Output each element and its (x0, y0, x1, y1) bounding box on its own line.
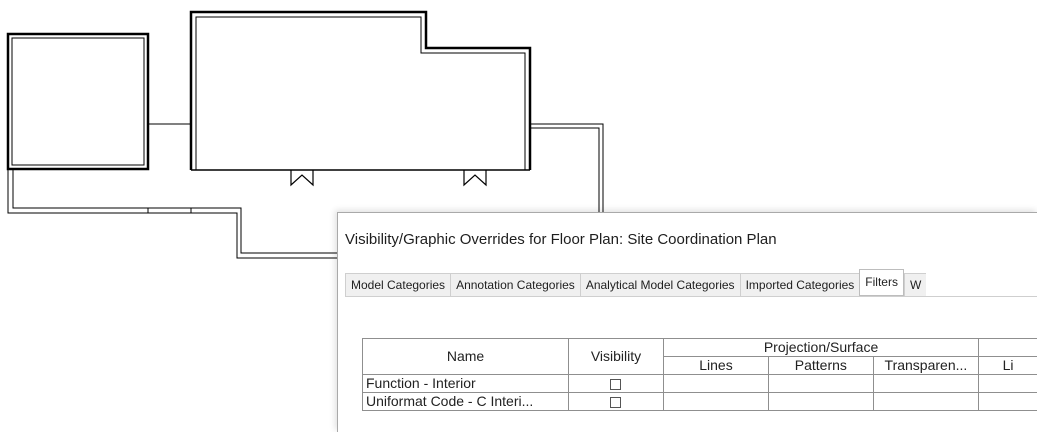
tab-model-categories[interactable]: Model Categories (345, 273, 450, 297)
patterns-override-cell[interactable] (769, 393, 874, 411)
tab-worksets-partial[interactable]: W (904, 273, 926, 297)
tab-filters[interactable]: Filters (859, 269, 904, 296)
column-header-name[interactable]: Name (363, 339, 569, 375)
transparency-override-cell[interactable] (873, 375, 979, 393)
tab-annotation-categories[interactable]: Annotation Categories (450, 273, 580, 297)
visibility-graphic-overrides-dialog: Visibility/Graphic Overrides for Floor P… (337, 212, 1037, 432)
main-building-walls (191, 12, 530, 170)
visibility-checkbox[interactable] (610, 397, 621, 408)
column-header-lines: Lines (663, 357, 768, 375)
left-building-walls (8, 34, 148, 169)
column-header-patterns: Patterns (769, 357, 874, 375)
table-row[interactable]: Function - Interior (363, 375, 1037, 393)
cut-lines-override-cell[interactable] (979, 375, 1037, 393)
cut-lines-override-cell[interactable] (979, 393, 1037, 411)
filter-name-cell[interactable]: Uniformat Code - C Interi... (363, 393, 569, 411)
lines-override-cell[interactable] (663, 375, 768, 393)
filter-name-cell[interactable]: Function - Interior (363, 375, 569, 393)
dialog-title: Visibility/Graphic Overrides for Floor P… (345, 231, 777, 248)
door-symbols (291, 170, 486, 185)
visibility-cell (569, 375, 664, 393)
lines-override-cell[interactable] (663, 393, 768, 411)
tab-imported-categories[interactable]: Imported Categories (740, 273, 860, 297)
column-header-transparency: Transparen... (873, 357, 979, 375)
visibility-cell (569, 393, 664, 411)
transparency-override-cell[interactable] (873, 393, 979, 411)
column-group-projection-surface: Projection/Surface (663, 339, 978, 357)
tab-analytical-model-categories[interactable]: Analytical Model Categories (580, 273, 740, 297)
patterns-override-cell[interactable] (769, 375, 874, 393)
filters-table: Name Visibility Projection/Surface Lines… (362, 338, 1037, 411)
table-row[interactable]: Uniformat Code - C Interi... (363, 393, 1037, 411)
tab-strip: Model Categories Annotation Categories A… (345, 271, 926, 295)
column-header-cut-lines: Li (979, 357, 1037, 375)
column-group-cut-partial (979, 339, 1037, 357)
column-header-visibility[interactable]: Visibility (569, 339, 664, 375)
visibility-checkbox[interactable] (610, 379, 621, 390)
